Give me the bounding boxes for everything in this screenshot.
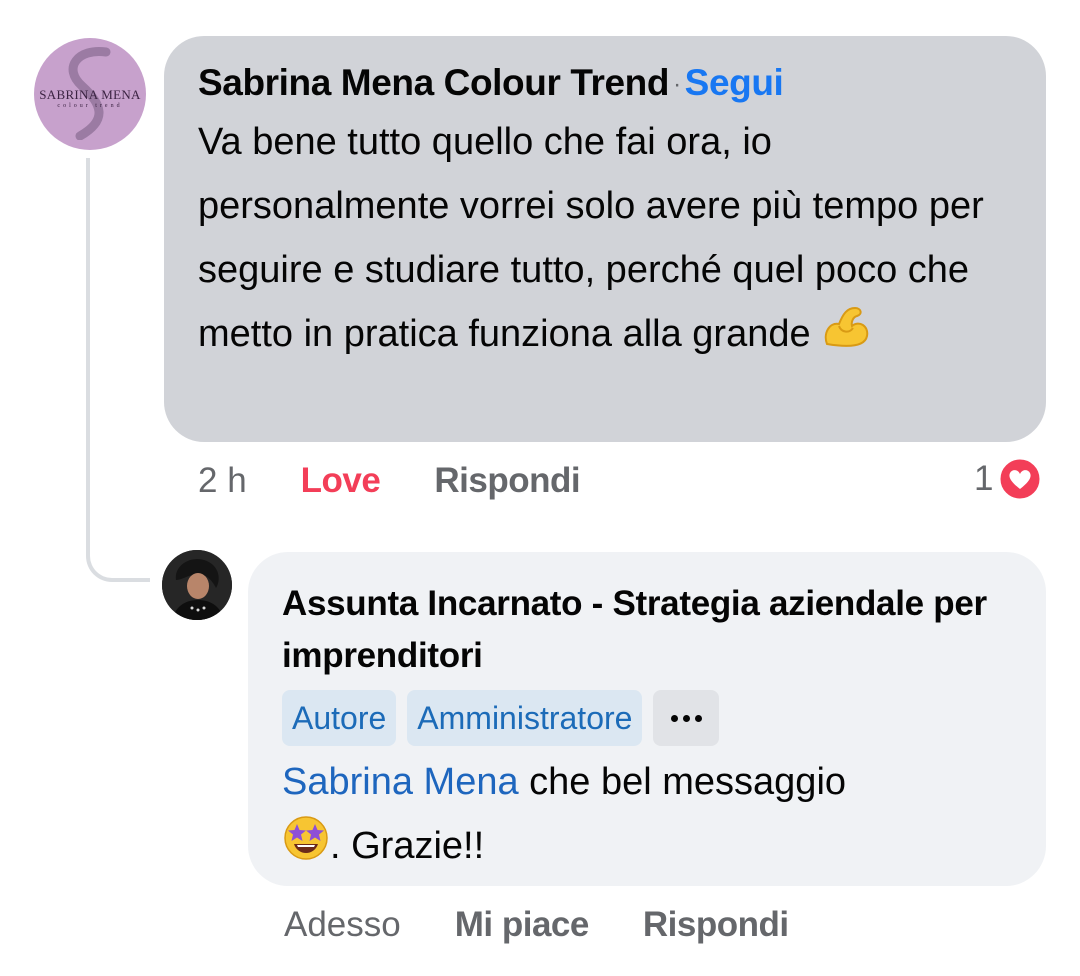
more-options-icon[interactable]: [653, 690, 720, 746]
reply-author[interactable]: Assunta Incarnato - Strategia aziendale …: [282, 578, 1012, 682]
avatar[interactable]: SABRINA MENA colour trend: [34, 38, 146, 150]
reply-actions: Adesso Mi piace Rispondi: [284, 902, 843, 948]
profile-photo-icon: [162, 550, 232, 620]
comment-bubble: Sabrina Mena Colour Trend · Segui Va bene …: [164, 36, 1046, 442]
star-struck-emoji-icon: [282, 814, 330, 882]
reply-bubble: Assunta Incarnato - Strategia aziendale …: [248, 552, 1046, 886]
badge-admin[interactable]: Amministratore: [407, 690, 643, 746]
avatar-brand-text: SABRINA MENA: [39, 87, 141, 102]
heart-reaction-icon: [997, 456, 1043, 502]
reply-button[interactable]: Rispondi: [434, 458, 580, 504]
reply-timestamp[interactable]: Adesso: [284, 902, 401, 948]
separator-dot: ·: [673, 71, 681, 99]
reply-text: Sabrina Mena che bel messaggio . Grazie!…: [282, 750, 1012, 882]
reply-to-reply-button[interactable]: Rispondi: [643, 902, 789, 948]
thread-connector-line: [86, 158, 150, 582]
mention-link[interactable]: Sabrina Mena: [282, 761, 519, 803]
flexed-biceps-emoji-icon: [821, 304, 871, 368]
comment-actions: 2 h Love Rispondi: [198, 458, 634, 504]
comment-text: Va bene tutto quello che fai ora, io per…: [198, 110, 1012, 368]
follow-button[interactable]: Segui: [685, 62, 784, 103]
reply-body-end: . Grazie!!: [330, 825, 485, 868]
comment-timestamp[interactable]: 2 h: [198, 458, 247, 504]
reaction-summary[interactable]: 1: [974, 456, 1043, 502]
love-reaction-button[interactable]: Love: [301, 458, 381, 504]
badge-author[interactable]: Autore: [282, 690, 397, 746]
avatar-brand-subtext: colour trend: [57, 103, 123, 109]
reaction-count: 1: [974, 459, 994, 498]
like-button[interactable]: Mi piace: [455, 902, 590, 948]
comment-header: Sabrina Mena Colour Trend · Segui: [198, 60, 1012, 108]
comment-author[interactable]: Sabrina Mena Colour Trend: [198, 62, 669, 103]
reply-avatar[interactable]: [162, 550, 232, 620]
author-badges: Autore Amministratore: [282, 690, 1012, 746]
reply-body: che bel messaggio: [529, 761, 847, 803]
